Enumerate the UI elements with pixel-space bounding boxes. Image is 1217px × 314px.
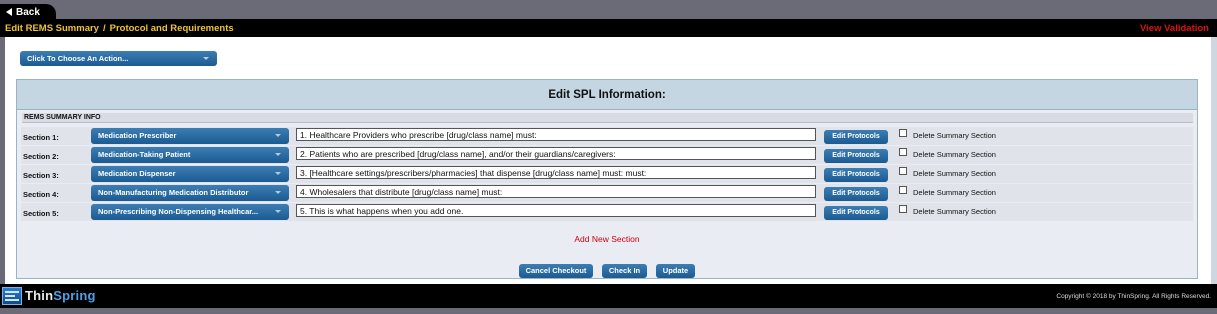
section-row: Section 1: Medication Prescriber Edit Pr… [21,127,1193,145]
logo-thin: Thin [25,288,54,303]
section-label: Section 5: [23,209,59,218]
chevron-down-icon [203,57,209,60]
section-type-dropdown[interactable]: Medication Dispenser [91,166,289,182]
section-text-input[interactable] [296,128,816,141]
section-label: Section 2: [23,152,59,161]
edit-protocols-button[interactable]: Edit Protocols [824,206,888,220]
section-type-dropdown[interactable]: Medication Prescriber [91,128,289,144]
breadcrumb: Edit REMS Summary / Protocol and Requireme… [5,23,234,34]
section-type-label: Non-Manufacturing Medication Distributor [98,188,249,197]
chevron-down-icon [275,191,281,194]
breadcrumb-separator: / [102,22,106,34]
header-bar: Edit REMS Summary / Protocol and Requireme… [0,19,1217,37]
section-type-label: Medication Prescriber [98,131,177,140]
delete-section-checkbox[interactable] [899,129,907,137]
delete-section-label: Delete Summary Section [913,150,996,159]
footer: ThinSpring Copyright © 2018 by ThinSprin… [0,284,1217,308]
delete-section-checkbox[interactable] [899,205,907,213]
edit-protocols-button[interactable]: Edit Protocols [824,187,888,201]
edit-protocols-button[interactable]: Edit Protocols [824,149,888,163]
section-row: Section 3: Medication Dispenser Edit Pro… [21,165,1193,183]
section-row: Section 5: Non-Prescribing Non-Dispensin… [21,203,1193,221]
breadcrumb-edit-rems-summary[interactable]: Edit REMS Summary [5,23,99,34]
breadcrumb-protocol-requirements: Protocol and Requirements [109,22,234,34]
edit-spl-panel: Edit SPL Information: REMS SUMMARY INFO … [16,79,1198,279]
section-row: Section 4: Non-Manufacturing Medication … [21,184,1193,202]
chevron-down-icon [275,134,281,137]
delete-section-checkbox[interactable] [899,148,907,156]
action-dropdown-label: Click To Choose An Action... [27,54,129,63]
copyright-text: Copyright © 2018 by ThinSpring. All Righ… [1056,293,1211,300]
section-label: Section 1: [23,133,59,142]
chevron-down-icon [275,153,281,156]
section-type-label: Medication Dispenser [98,169,176,178]
delete-section-label: Delete Summary Section [913,169,996,178]
main-content: Click To Choose An Action... Edit SPL In… [5,37,1211,284]
section-type-label: Non-Prescribing Non-Dispensing Healthcar… [98,207,259,216]
thinspring-logo: ThinSpring [25,288,96,303]
section-type-dropdown[interactable]: Non-Manufacturing Medication Distributor [91,185,289,201]
chevron-down-icon [275,172,281,175]
app-window: Back Edit REMS Summary / Protocol and Requ… [0,0,1217,314]
add-new-section-link[interactable]: Add New Section [17,234,1197,244]
back-arrow-icon [6,8,12,16]
cancel-checkout-button[interactable]: Cancel Checkout [519,264,593,278]
edit-protocols-button[interactable]: Edit Protocols [824,130,888,144]
back-label: Back [16,6,40,18]
section-type-label: Medication-Taking Patient [98,150,191,159]
back-button[interactable]: Back [0,4,56,20]
edit-protocols-button[interactable]: Edit Protocols [824,168,888,182]
section-label: Section 3: [23,171,59,180]
section-text-input[interactable] [296,185,816,198]
section-text-input[interactable] [296,166,816,179]
section-text-input[interactable] [296,204,816,217]
section-text-input[interactable] [296,147,816,160]
section-label: Section 4: [23,190,59,199]
check-in-button[interactable]: Check In [602,264,647,278]
chevron-down-icon [275,210,281,213]
delete-section-checkbox[interactable] [899,186,907,194]
action-dropdown[interactable]: Click To Choose An Action... [20,51,217,66]
logo-spring: Spring [53,288,96,303]
update-button[interactable]: Update [656,264,695,278]
section-type-dropdown[interactable]: Non-Prescribing Non-Dispensing Healthcar… [91,204,289,220]
delete-section-label: Delete Summary Section [913,131,996,140]
delete-section-checkbox[interactable] [899,167,907,175]
panel-title: Edit SPL Information: [17,80,1197,110]
view-validation-link[interactable]: View Validation [1140,23,1209,34]
delete-section-label: Delete Summary Section [913,188,996,197]
delete-section-label: Delete Summary Section [913,207,996,216]
thinspring-logo-icon [2,287,22,305]
vertical-scrollbar[interactable] [1211,37,1217,284]
section-header: REMS SUMMARY INFO [22,113,1193,123]
section-type-dropdown[interactable]: Medication-Taking Patient [91,147,289,163]
section-row: Section 2: Medication-Taking Patient Edi… [21,146,1193,164]
